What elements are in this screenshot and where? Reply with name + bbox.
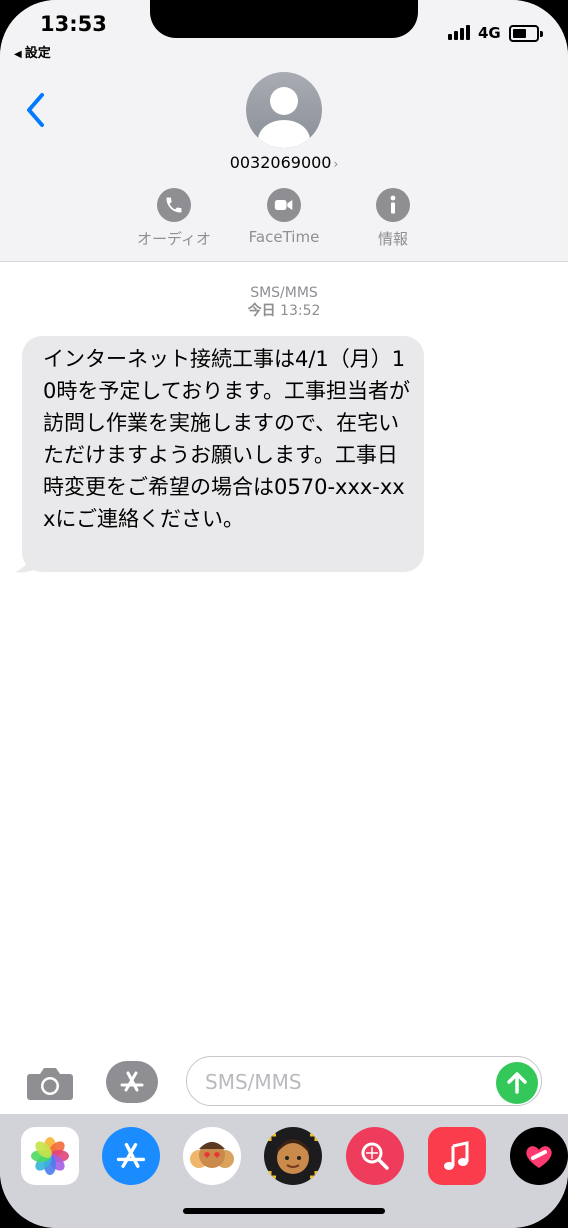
facetime-label: FaceTime <box>248 228 320 246</box>
message-text: インターネット接続工事は4/1（月）10時を予定しております。工事担当者が訪問し… <box>43 347 410 531</box>
message-input[interactable]: SMS/MMS <box>186 1056 542 1106</box>
messages-screen: 13:53 ◀ 設定 4G 0032069000 › オーディオ FaceTim… <box>0 0 568 1228</box>
app-store-icon <box>120 1071 144 1092</box>
device-notch <box>150 0 418 38</box>
service-label: SMS/MMS <box>250 285 318 301</box>
image-search-icon[interactable] <box>346 1127 404 1185</box>
back-to-app-link[interactable]: ◀ 設定 <box>14 42 51 61</box>
contact-actions: オーディオ FaceTime 情報 <box>0 188 568 248</box>
message-input-placeholder: SMS/MMS <box>205 1070 302 1094</box>
message-timestamp: SMS/MMS 今日 13:52 <box>0 284 568 320</box>
battery-icon <box>509 25 543 42</box>
send-button[interactable] <box>496 1062 538 1104</box>
time-label: 13:52 <box>280 303 321 319</box>
facetime-button[interactable]: FaceTime <box>234 188 334 246</box>
incoming-message-bubble[interactable]: インターネット接続工事は4/1（月）10時を予定しております。工事担当者が訪問し… <box>22 336 424 572</box>
photos-app-icon[interactable] <box>21 1127 79 1185</box>
camera-button[interactable] <box>26 1064 74 1102</box>
home-indicator <box>183 1208 385 1214</box>
audio-call-button[interactable]: オーディオ <box>124 188 224 249</box>
video-icon <box>267 188 301 222</box>
app-store-app-icon[interactable] <box>102 1127 160 1185</box>
day-label: 今日 <box>247 303 276 319</box>
back-chevron-button[interactable] <box>22 90 52 130</box>
arrow-up-icon <box>507 1072 527 1094</box>
contact-avatar[interactable] <box>246 72 322 148</box>
back-triangle-icon: ◀ <box>14 49 22 60</box>
contact-number: 0032069000 <box>229 153 332 172</box>
audio-call-label: オーディオ <box>137 230 211 248</box>
network-type: 4G <box>478 24 501 42</box>
cellular-signal-icon <box>448 24 474 42</box>
info-icon <box>376 188 410 222</box>
back-app-label: 設定 <box>24 46 51 61</box>
digital-touch-icon[interactable] <box>510 1127 568 1185</box>
camera-icon <box>27 1068 73 1100</box>
phone-icon <box>157 188 191 222</box>
info-label: 情報 <box>377 230 408 248</box>
memoji-stickers-icon[interactable] <box>183 1127 241 1185</box>
animoji-icon[interactable] <box>264 1127 322 1185</box>
conversation-header: 13:53 ◀ 設定 4G 0032069000 › オーディオ FaceTim… <box>0 0 568 262</box>
chevron-right-icon: › <box>333 157 339 171</box>
music-app-icon[interactable] <box>428 1127 486 1185</box>
contact-name-button[interactable]: 0032069000 › <box>0 153 568 172</box>
status-time: 13:53 <box>40 12 107 36</box>
info-button[interactable]: 情報 <box>343 188 443 249</box>
apps-button[interactable] <box>106 1061 158 1103</box>
